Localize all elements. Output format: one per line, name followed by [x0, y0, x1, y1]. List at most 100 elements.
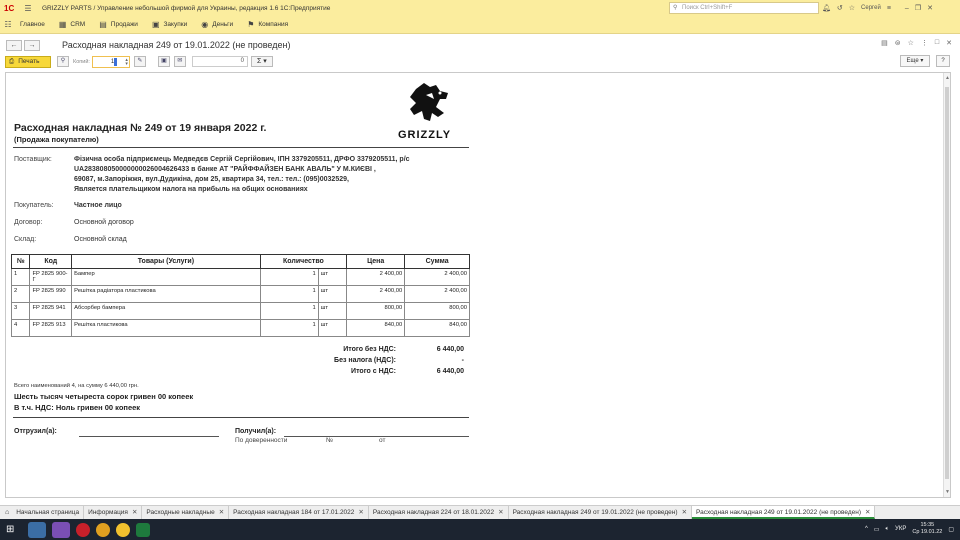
menu-money[interactable]: ◉ Деньги	[201, 20, 233, 29]
menu-sales-label: Продажи	[110, 21, 138, 28]
table-row: 4 FP 2825 913 Решітка пластикова 1 шт 84…	[10, 319, 470, 337]
shipped-label: Отгрузил(а):	[14, 428, 57, 435]
opera-icon[interactable]	[76, 522, 91, 537]
sum-in-words: Шесть тысяч четыреста сорок гривен 00 ко…	[14, 392, 194, 401]
explorer-icon[interactable]	[28, 521, 47, 538]
text-cursor	[113, 57, 117, 66]
minimize-icon[interactable]: –	[905, 5, 909, 12]
bell-icon[interactable]: 🔔︎	[822, 4, 831, 12]
user-name[interactable]: Сергей	[861, 5, 881, 11]
total-vat-value: 6 440,00	[436, 368, 464, 375]
sum-button[interactable]: Σ ▾	[250, 56, 273, 67]
1c-icon[interactable]	[116, 522, 131, 537]
row-code: FP 2825 900-Г	[29, 268, 73, 286]
excel-icon[interactable]	[136, 522, 151, 537]
supplier-line-3: 69087, м.Запоріжжя, вул.Дудикіна, дом 25…	[74, 176, 349, 183]
language-indicator[interactable]: УКР	[895, 526, 906, 532]
preview-button[interactable]: ⚲	[57, 56, 69, 67]
tab-info[interactable]: Информация ✕	[84, 506, 143, 519]
home-icon[interactable]: ⌂	[5, 509, 9, 516]
star-icon[interactable]: ☆	[849, 4, 855, 12]
close-tab-icon[interactable]: ✕	[498, 509, 503, 516]
tab-invoice-184[interactable]: Расходная накладная 184 от 17.01.2022 ✕	[229, 506, 369, 519]
scroll-down-icon[interactable]: ▼	[944, 489, 950, 495]
history-icon[interactable]: ↺	[837, 4, 843, 12]
close-tab-icon[interactable]: ✕	[219, 509, 224, 516]
volume-icon[interactable]: 🔈︎	[885, 526, 889, 533]
hamburger-icon[interactable]: ☰	[22, 4, 34, 13]
supplier-label: Поставщик:	[14, 156, 52, 163]
row-number: 4	[10, 319, 31, 337]
title-divider	[13, 147, 469, 148]
close-tab-icon[interactable]: ✕	[682, 509, 687, 516]
save-button[interactable]: ▣	[157, 56, 170, 67]
link-icon[interactable]: ⊜	[895, 39, 901, 47]
scroll-thumb[interactable]	[945, 87, 949, 479]
print-button[interactable]: ⎙ Печать	[5, 55, 51, 68]
global-search-input[interactable]: ⚲ Поиск Ctrl+Shift+F	[669, 2, 819, 14]
row-sum: 2 400,00	[404, 268, 470, 286]
tab-label: Расходная накладная 184 от 17.01.2022	[233, 509, 355, 516]
close-tab-icon[interactable]: ✕	[358, 509, 363, 516]
row-price: 2 400,00	[346, 268, 406, 286]
row-price: 2 400,00	[346, 285, 406, 303]
grid-icon[interactable]: ☷	[2, 20, 14, 29]
print-icon[interactable]: ▤	[881, 39, 888, 47]
items-count-note: Всего наименований 4, на сумму 6 440,00 …	[14, 383, 139, 389]
menu-crm[interactable]: ▦ CRM	[59, 20, 85, 29]
crm-icon: ▦	[58, 20, 67, 29]
table-row: 3 FP 2825 941 Абсорбер бампера 1 шт 800,…	[10, 302, 470, 320]
purchases-icon: ▣	[151, 20, 160, 29]
star-icon[interactable]: ☆	[908, 39, 914, 47]
copies-input[interactable]: 1 ▴ ▾	[91, 55, 130, 68]
menu-main[interactable]: Главное	[20, 21, 45, 28]
windows-start-icon[interactable]: ⊞	[6, 524, 14, 535]
tab-invoice-249[interactable]: Расходная накладная 249 от 19.01.2022 (н…	[509, 506, 693, 519]
tab-home[interactable]: Начальная страница	[12, 506, 85, 519]
viber-icon[interactable]	[52, 521, 71, 538]
menu-purchases[interactable]: ▣ Закупки	[152, 20, 187, 29]
row-qty: 1	[259, 302, 319, 320]
edit-button[interactable]: ✎	[133, 56, 146, 67]
clock[interactable]: 15:35 Ср 19.01.22	[912, 522, 942, 536]
vertical-scrollbar[interactable]: ▲ ▼	[943, 73, 950, 497]
tab-sales-invoices[interactable]: Расходные накладные ✕	[142, 506, 230, 519]
chrome-icon[interactable]	[96, 522, 111, 537]
spin-icon[interactable]: ▴ ▾	[125, 57, 128, 66]
tab-label: Расходные накладные	[146, 509, 215, 516]
menu-purchases-label: Закупки	[163, 21, 188, 28]
network-icon[interactable]: ▭	[874, 526, 880, 533]
maximize-icon[interactable]: □	[935, 39, 939, 47]
help-button[interactable]: ?	[936, 55, 950, 67]
close-tab-icon[interactable]: ✕	[865, 509, 870, 516]
tab-invoice-224[interactable]: Расходная накладная 224 от 18.01.2022 ✕	[369, 506, 509, 519]
back-button[interactable]: ←	[6, 39, 22, 51]
close-tab-icon[interactable]: ✕	[132, 509, 137, 516]
col-goods: Товары (Услуги)	[71, 254, 261, 269]
more-vertical-icon[interactable]: ⋮	[921, 39, 928, 47]
close-icon[interactable]: ✕	[927, 4, 933, 12]
brand-name: GRIZZLY	[398, 129, 452, 141]
settings-icon[interactable]: ≡	[887, 5, 891, 12]
tray-chevron-icon[interactable]: ^	[865, 526, 868, 532]
sum-field[interactable]: 0	[191, 56, 248, 67]
close-icon[interactable]: ✕	[946, 39, 952, 47]
row-name: Абсорбер бампера	[71, 302, 261, 320]
notifications-icon[interactable]: ▢	[948, 526, 954, 533]
proxy-label: По доверенности	[235, 437, 288, 444]
tab-invoice-249-print[interactable]: Расходная накладная 249 от 19.01.2022 (н…	[692, 506, 876, 519]
row-qty: 1	[259, 319, 319, 337]
document-header: ← → Расходная накладная 249 от 19.01.202…	[0, 36, 960, 54]
scroll-up-icon[interactable]: ▲	[944, 75, 950, 81]
menu-company[interactable]: ⚑ Компания	[247, 20, 288, 29]
more-button[interactable]: Еще ▾	[900, 55, 930, 67]
email-button[interactable]: ✉	[173, 56, 186, 67]
goods-table: № Код Товары (Услуги) Количество Цена Су…	[10, 254, 470, 337]
row-unit: шт	[317, 302, 348, 320]
document-viewer[interactable]: GRIZZLY Расходная накладная № 249 от 19 …	[5, 72, 951, 498]
print-toolbar: ⎙ Печать ⚲ Копий: 1 ▴ ▾ ✎ ▣ ✉ 0 Σ ▾ Еще ▾…	[0, 54, 960, 69]
menu-sales[interactable]: ▤ Продажи	[99, 20, 138, 29]
print-button-label: Печать	[18, 58, 40, 65]
forward-button[interactable]: →	[24, 39, 40, 51]
maximize-icon[interactable]: ❐	[915, 4, 921, 12]
